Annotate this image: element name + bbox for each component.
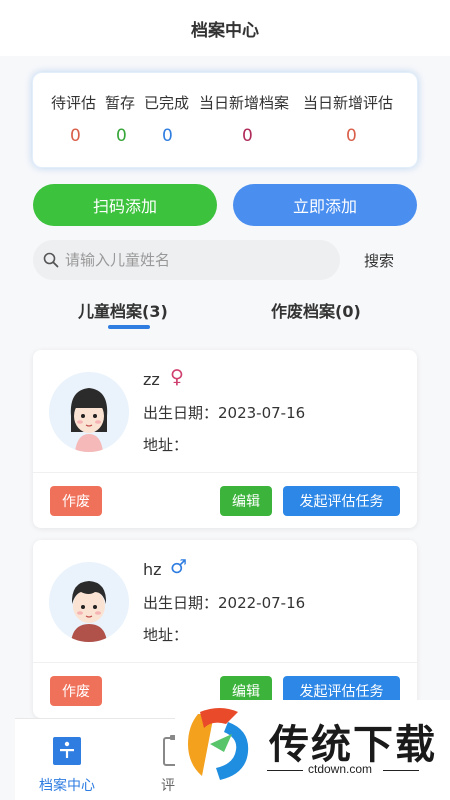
start-assessment-button[interactable]: 发起评估任务 bbox=[283, 486, 400, 516]
top-bar: 档案中心 bbox=[0, 0, 450, 56]
child-name: hz bbox=[143, 560, 162, 579]
add-now-button[interactable]: 立即添加 bbox=[233, 184, 417, 226]
child-record-card[interactable]: zz ♀ 出生日期：2023-07-16 地址： 作废 编辑 发起评估任务 bbox=[33, 350, 417, 528]
divider bbox=[33, 472, 417, 473]
boy-avatar-icon bbox=[49, 562, 129, 642]
avatar bbox=[49, 562, 129, 642]
scan-add-button[interactable]: 扫码添加 bbox=[33, 184, 217, 226]
avatar bbox=[49, 372, 129, 452]
edit-button[interactable]: 编辑 bbox=[220, 486, 272, 516]
stat-pending-label: 待评估 bbox=[51, 94, 97, 112]
tab-archive-center[interactable]: 档案中心 bbox=[27, 719, 107, 800]
edit-label: 编辑 bbox=[232, 494, 260, 510]
search-input[interactable] bbox=[65, 251, 325, 269]
divider bbox=[267, 770, 303, 771]
stat-new-assessments-label: 当日新增评估 bbox=[303, 94, 394, 112]
female-icon: ♀ bbox=[170, 366, 184, 388]
page-title: 档案中心 bbox=[191, 20, 259, 41]
start-assessment-label: 发起评估任务 bbox=[299, 684, 384, 700]
search-bar bbox=[33, 240, 340, 280]
scan-add-label: 扫码添加 bbox=[92, 197, 157, 216]
active-tab-indicator bbox=[108, 325, 150, 329]
divider bbox=[33, 662, 417, 663]
watermark-site: ctdown.com bbox=[308, 762, 373, 776]
void-label: 作废 bbox=[62, 494, 90, 510]
stat-new-records-value[interactable]: 0 bbox=[242, 126, 253, 146]
archive-icon bbox=[53, 737, 81, 765]
add-now-label: 立即添加 bbox=[292, 197, 357, 216]
start-assessment-label: 发起评估任务 bbox=[299, 494, 384, 510]
stat-new-records-label: 当日新增档案 bbox=[199, 94, 290, 112]
child-record-card[interactable]: hz ♂ 出生日期：2022-07-16 地址： 作废 编辑 发起评估任务 bbox=[33, 540, 417, 718]
edit-label: 编辑 bbox=[232, 684, 260, 700]
watermark-logo-icon bbox=[188, 708, 249, 780]
void-label: 作废 bbox=[62, 684, 90, 700]
watermark: 传统下载 ctdown.com bbox=[175, 700, 450, 800]
search-icon bbox=[43, 252, 59, 268]
stat-new-assessments-value[interactable]: 0 bbox=[346, 126, 357, 146]
stat-draft-value[interactable]: 0 bbox=[116, 126, 127, 146]
birth-date: 出生日期：2023-07-16 bbox=[143, 404, 306, 422]
birth-date: 出生日期：2022-07-16 bbox=[143, 594, 306, 612]
stat-pending-value[interactable]: 0 bbox=[70, 126, 81, 146]
stat-draft-label: 暂存 bbox=[105, 94, 136, 112]
divider bbox=[383, 770, 419, 771]
child-name: zz bbox=[143, 370, 160, 389]
address: 地址： bbox=[143, 436, 189, 454]
tab-archive-center-label: 档案中心 bbox=[39, 778, 95, 794]
void-button[interactable]: 作废 bbox=[50, 676, 102, 706]
stat-done-value[interactable]: 0 bbox=[162, 126, 173, 146]
stat-done-label: 已完成 bbox=[144, 94, 190, 112]
tab-children-records[interactable]: 儿童档案(3) bbox=[78, 298, 168, 322]
void-button[interactable]: 作废 bbox=[50, 486, 102, 516]
male-icon: ♂ bbox=[170, 556, 188, 578]
girl-avatar-icon bbox=[49, 372, 129, 452]
search-button[interactable]: 搜索 bbox=[364, 250, 394, 271]
address: 地址： bbox=[143, 626, 189, 644]
tab-void-records[interactable]: 作废档案(0) bbox=[271, 298, 361, 322]
stats-panel bbox=[32, 72, 418, 168]
